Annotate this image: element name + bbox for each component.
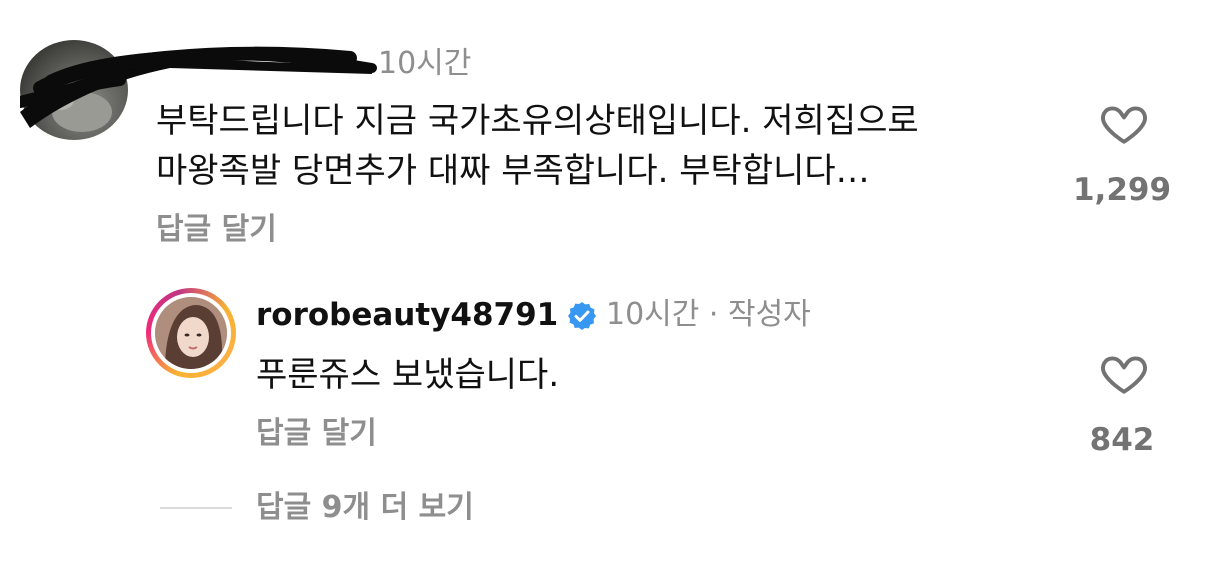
reply-timestamp-author: 10시간 · 작성자 bbox=[606, 297, 811, 332]
commenter-avatar[interactable] bbox=[20, 40, 128, 140]
comment-text-line: 마왕족발 당면추가 대짜 부족합니다. 부탁합니다… bbox=[156, 151, 870, 191]
thread-divider bbox=[160, 507, 232, 509]
reply-button[interactable]: 답글 달기 bbox=[156, 208, 277, 252]
comment-text-line: 부탁드립니다 지금 국가초유의상태입니다. 저희집으로 bbox=[156, 101, 919, 141]
comment-timestamp: 10시간 bbox=[378, 46, 472, 81]
avatar-photo-icon bbox=[46, 90, 112, 132]
heart-icon[interactable] bbox=[1099, 348, 1149, 398]
reply-username[interactable]: rorobeauty48791 bbox=[256, 294, 558, 336]
reply-avatar[interactable] bbox=[155, 297, 227, 369]
heart-icon[interactable] bbox=[1099, 98, 1149, 148]
reply-text: 푸룬쥬스 보냈습니다. bbox=[256, 355, 560, 395]
avatar-photo-icon bbox=[155, 297, 227, 369]
verified-badge-icon bbox=[568, 302, 596, 330]
reply-button[interactable]: 답글 달기 bbox=[256, 412, 377, 456]
like-count: 1,299 bbox=[1072, 172, 1172, 208]
view-more-replies-button[interactable]: 답글 9개 더 보기 bbox=[256, 486, 474, 530]
comment-text: 부탁드립니다 지금 국가초유의상태입니다. 저희집으로 마왕족발 당면추가 대짜… bbox=[156, 96, 1056, 196]
like-count: 842 bbox=[1089, 422, 1155, 458]
